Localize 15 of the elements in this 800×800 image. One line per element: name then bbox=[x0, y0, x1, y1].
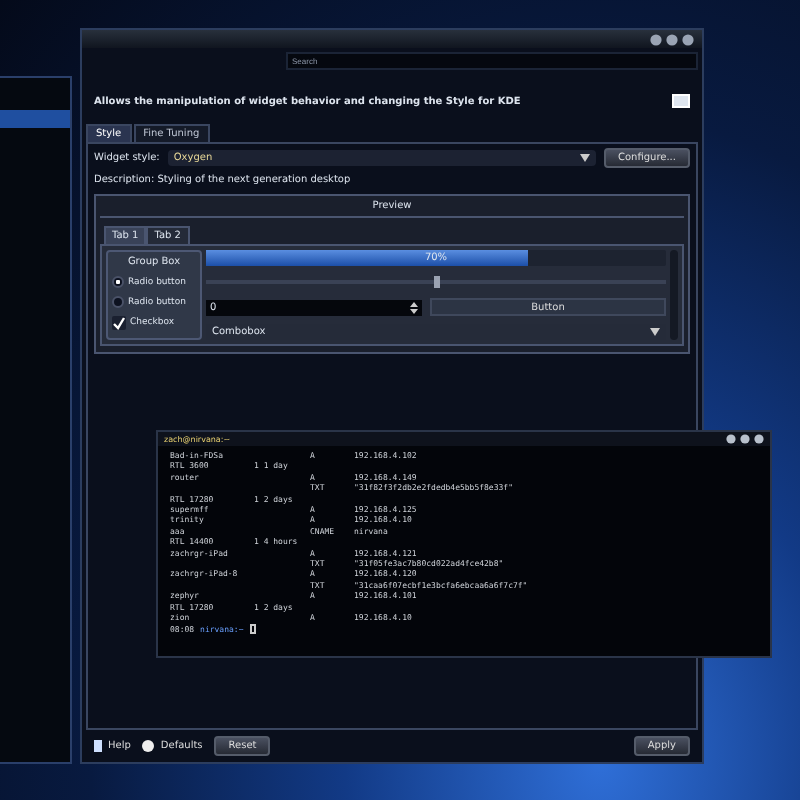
close-icon[interactable] bbox=[754, 434, 764, 444]
dropdown-arrow-icon[interactable] bbox=[650, 328, 660, 336]
dropdown-arrow-icon[interactable] bbox=[579, 154, 590, 162]
close-icon[interactable] bbox=[682, 33, 694, 45]
circle-icon[interactable] bbox=[142, 740, 155, 752]
text-cursor bbox=[249, 623, 256, 634]
minimize-icon[interactable] bbox=[726, 434, 736, 444]
minimize-icon[interactable] bbox=[650, 33, 662, 45]
spin-arrows-icon[interactable] bbox=[410, 301, 418, 313]
maximize-icon[interactable] bbox=[666, 33, 678, 45]
checkbox[interactable] bbox=[112, 316, 126, 330]
maximize-icon[interactable] bbox=[740, 434, 750, 444]
radio-button[interactable] bbox=[112, 296, 124, 308]
radio-button[interactable] bbox=[112, 276, 124, 288]
slider-thumb[interactable] bbox=[434, 276, 440, 288]
